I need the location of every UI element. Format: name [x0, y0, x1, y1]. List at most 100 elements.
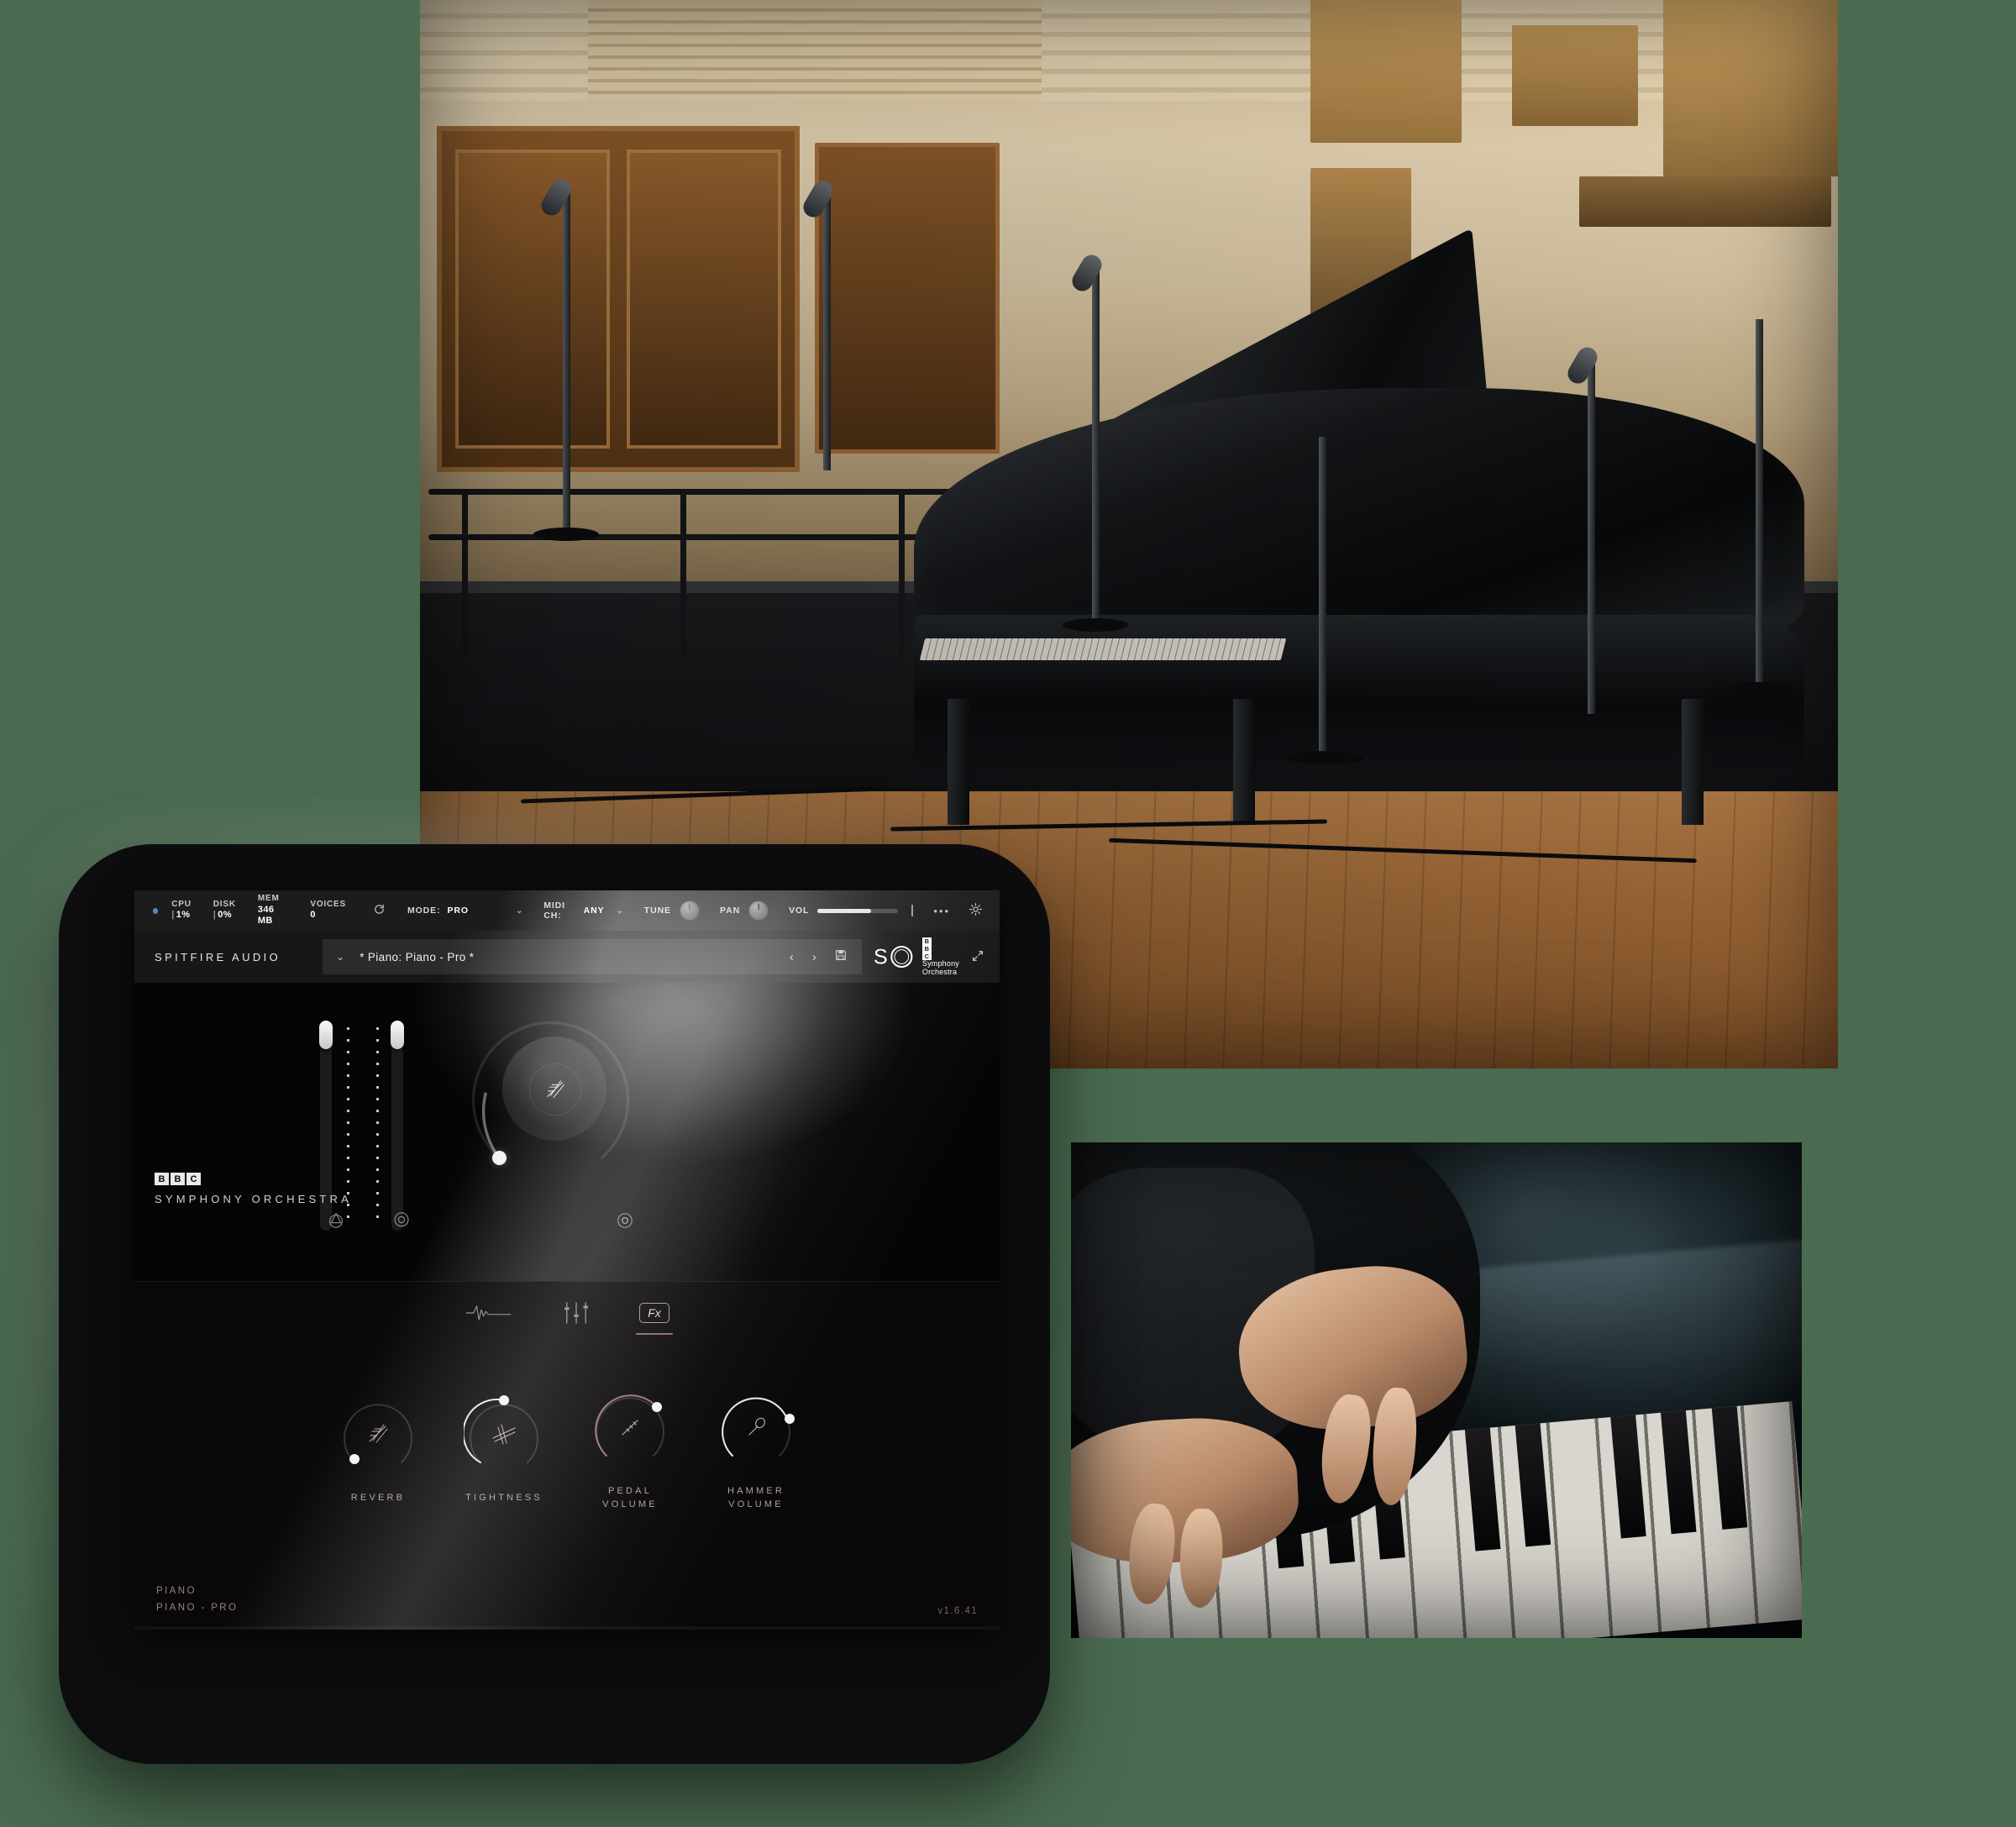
reverb-knob-group: REVERB — [333, 1394, 423, 1505]
expression-slider-handle[interactable] — [391, 1021, 404, 1049]
reverb-knob-handle[interactable] — [349, 1453, 360, 1464]
tightness-knob-label: TIGHTNESS — [465, 1492, 543, 1503]
active-tab-underline — [636, 1333, 673, 1335]
effects-knob-row: REVERB TIGHTNESS PEDAL VOLUME HAMMER VOL… — [134, 1344, 1000, 1554]
reverb-mix-knob-handle[interactable] — [492, 1151, 507, 1165]
spitfire-audio-brand: SPITFIRE AUDIO — [155, 950, 281, 963]
stat-disk: DISK | 0% — [213, 900, 236, 921]
reverb-mix-knob[interactable] — [460, 1001, 641, 1182]
tightness-knob-group: TIGHTNESS — [459, 1394, 549, 1505]
more-options-icon[interactable]: ••• — [933, 905, 950, 917]
reverb-knob[interactable] — [338, 1394, 418, 1474]
volume-control[interactable]: VOL — [789, 905, 914, 916]
stat-cpu: CPU | 1% — [171, 900, 192, 921]
version-label: v1.6.41 — [937, 1606, 978, 1616]
save-icon[interactable] — [835, 949, 847, 964]
tab-bar: Fx — [134, 1281, 1000, 1344]
tab-mixer[interactable] — [562, 1294, 591, 1331]
tightness-knob[interactable] — [462, 1394, 544, 1474]
midi-ch-value: ANY — [583, 906, 605, 916]
pan-label: PAN — [719, 906, 741, 916]
composition-canvas: CPU | 1% DISK | 0% MEM 346 MB VOICES 0 MOD… — [0, 0, 2016, 1827]
patch-info: PIANO PIANO - PRO — [156, 1583, 238, 1616]
plugin-footer: PIANO PIANO - PRO v1.6.41 — [134, 1554, 1000, 1626]
reverb-glyph — [529, 1063, 581, 1116]
reload-icon[interactable] — [373, 903, 386, 919]
tab-signal[interactable] — [465, 1294, 513, 1331]
vol-label: VOL — [789, 906, 810, 916]
tightness-glyph — [464, 1394, 544, 1474]
bbc-logo: B B C — [155, 1173, 352, 1185]
gear-icon[interactable] — [969, 902, 983, 919]
stat-voices: VOICES 0 — [310, 900, 346, 921]
pedal-volume-knob[interactable] — [590, 1387, 670, 1467]
stat-voices-label: VOICES — [310, 899, 346, 909]
preset-field[interactable]: ⌄ * Piano: Piano - Pro * ‹ › — [323, 939, 862, 974]
pedal-glyph — [590, 1387, 670, 1467]
hands-vignette — [1071, 1142, 1802, 1638]
mode-selector[interactable]: MODE: PRO ⌄ — [407, 906, 523, 916]
pan-knob[interactable] — [748, 900, 769, 921]
vol-slider[interactable] — [817, 908, 899, 913]
info-bar: i PEDAL VOLUME - Controls the volume of … — [134, 1626, 1000, 1630]
patch-name: PIANO - PRO — [156, 1602, 239, 1613]
main-control-area: B B C SYMPHONY ORCHESTRA — [134, 983, 1000, 1281]
bbc-logo: B B C — [921, 937, 959, 961]
tune-label: TUNE — [643, 906, 671, 916]
hammer-volume-knob-label: HAMMER VOLUME — [727, 1485, 785, 1510]
aperture-icon[interactable] — [391, 1210, 412, 1234]
ostinatum-icon[interactable] — [326, 1210, 346, 1234]
stat-mem-label: MEM — [257, 894, 280, 903]
vol-center-tick — [911, 905, 914, 916]
faders-icon — [564, 1302, 589, 1324]
stat-cpu-label: CPU — [171, 899, 192, 909]
bbc-so-logo: S B B C Symphony Orchestra — [874, 937, 959, 975]
slider-ticks — [376, 1027, 379, 1226]
stat-voices-value: 0 — [310, 910, 316, 921]
so-mark-icon: S — [874, 945, 913, 969]
instrument-name: PIANO — [156, 1585, 197, 1596]
chevron-down-icon[interactable]: ⌄ — [617, 906, 624, 916]
hands-on-keys-photo — [1071, 1142, 1802, 1638]
chevron-down-icon[interactable]: ⌄ — [516, 906, 523, 916]
preset-bar: SPITFIRE AUDIO ⌄ * Piano: Piano - Pro * … — [134, 931, 1000, 983]
dynamics-slider-handle[interactable] — [319, 1021, 333, 1049]
midi-channel-selector[interactable]: MIDI CH: ANY ⌄ — [543, 900, 624, 921]
library-title: SYMPHONY ORCHESTRA — [155, 1193, 352, 1205]
next-preset-button[interactable]: › — [812, 950, 816, 964]
prev-preset-button[interactable]: ‹ — [790, 950, 794, 964]
stat-disk-value: | 0% — [213, 910, 232, 921]
expression-slider[interactable] — [386, 1021, 408, 1231]
logo-line-orchestra: Orchestra — [921, 967, 958, 976]
bbc-symphony-orchestra-plugin: CPU | 1% DISK | 0% MEM 346 MB VOICES 0 MOD… — [134, 890, 1000, 1630]
tab-effects[interactable]: Fx — [636, 1294, 673, 1335]
midi-ch-label: MIDI CH: — [543, 900, 565, 921]
tune-control[interactable]: TUNE — [644, 900, 700, 921]
hammer-volume-knob[interactable] — [716, 1387, 796, 1467]
stat-cpu-value: | 1% — [171, 910, 191, 921]
hammer-volume-knob-handle[interactable] — [785, 1413, 795, 1424]
slider-mode-toggles — [326, 1210, 412, 1234]
pedal-volume-knob-handle[interactable] — [652, 1401, 662, 1412]
tightness-knob-handle[interactable] — [499, 1394, 509, 1405]
hammer-volume-knob-group: HAMMER VOLUME — [711, 1387, 801, 1512]
stat-disk-label: DISK — [213, 899, 236, 909]
reverb-knob-label: REVERB — [350, 1492, 406, 1503]
hammer-glyph — [716, 1387, 796, 1467]
pedal-volume-knob-group: PEDAL VOLUME — [585, 1387, 675, 1512]
chevron-down-icon[interactable]: ⌄ — [336, 951, 344, 963]
target-icon[interactable] — [616, 1211, 634, 1234]
host-toolbar: CPU | 1% DISK | 0% MEM 346 MB VOICES 0 MOD… — [134, 890, 1000, 931]
expand-icon[interactable] — [971, 949, 984, 965]
library-branding: B B C SYMPHONY ORCHESTRA — [155, 1173, 352, 1205]
mode-label: MODE: — [407, 906, 441, 916]
stat-mem-value: 346 MB — [257, 904, 275, 927]
stat-mem: MEM 346 MB — [258, 894, 289, 927]
pan-control[interactable]: PAN — [720, 900, 769, 921]
tune-knob[interactable] — [679, 900, 700, 921]
engine-status-dot — [153, 907, 159, 914]
tab-effects-label: Fx — [639, 1303, 669, 1323]
waveform-icon — [466, 1305, 512, 1320]
svg-text:S: S — [874, 945, 888, 969]
pedal-volume-knob-label: PEDAL VOLUME — [602, 1485, 658, 1510]
